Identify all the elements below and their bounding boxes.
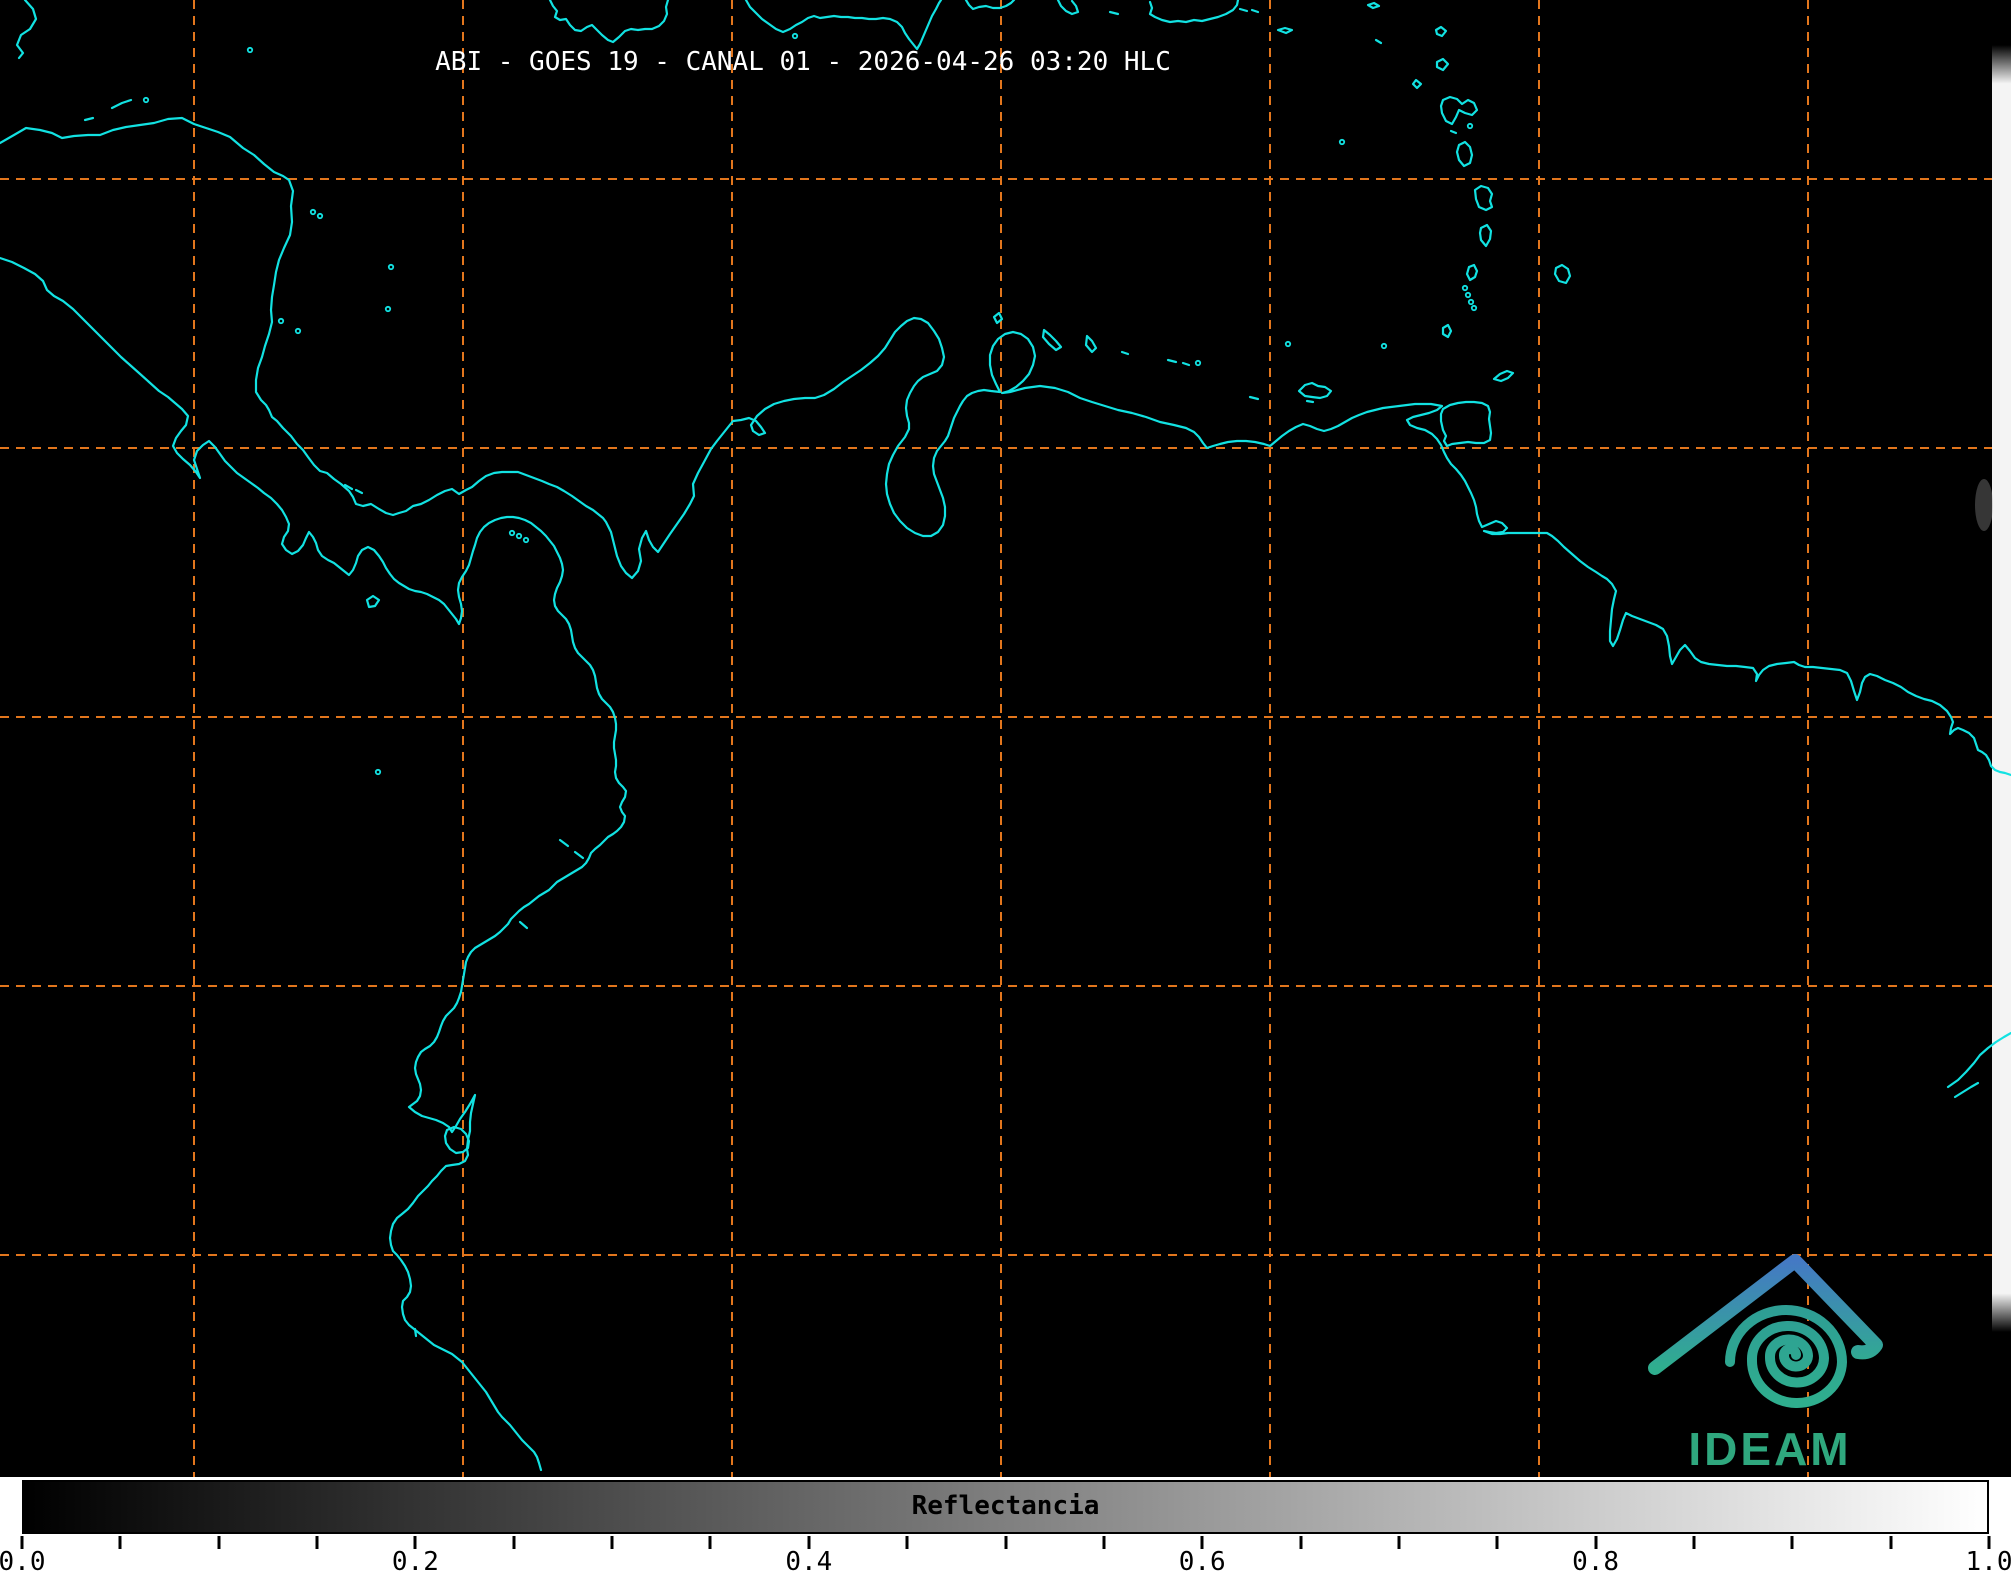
colorbar-tick bbox=[708, 1536, 712, 1549]
colorbar-footer: Reflectancia 0.0 0.2 0.4 0.6 0.8 1.0 bbox=[0, 1477, 2011, 1577]
colorbar-tick bbox=[118, 1536, 122, 1549]
logo-hurricane-spiral bbox=[1725, 1305, 1848, 1408]
satellite-image-viewport: ABI - GOES 19 - CANAL 01 - 2026-04-26 03… bbox=[0, 0, 2011, 1577]
image-title: ABI - GOES 19 - CANAL 01 - 2026-04-26 03… bbox=[435, 47, 1171, 77]
colorbar-tick-label: 0.6 bbox=[1178, 1547, 1226, 1577]
colorbar-tick bbox=[1495, 1536, 1499, 1549]
colorbar-tick bbox=[315, 1536, 319, 1549]
colorbar-tick bbox=[610, 1536, 614, 1549]
colorbar-tick-label: 0.4 bbox=[785, 1547, 833, 1577]
ideam-logo-text: IDEAM bbox=[1688, 1423, 1852, 1475]
colorbar-tick-label: 1.0 bbox=[1965, 1547, 2011, 1577]
coastline-coche bbox=[1305, 399, 1315, 404]
colorbar-tick bbox=[217, 1536, 221, 1549]
colorbar-tick-label: 0.8 bbox=[1572, 1547, 1620, 1577]
colorbar-tick bbox=[512, 1536, 516, 1549]
colorbar-tick bbox=[1790, 1536, 1794, 1549]
colorbar-tick bbox=[1004, 1536, 1007, 1549]
colorbar: Reflectancia bbox=[22, 1480, 1989, 1534]
colorbar-tick bbox=[1397, 1536, 1401, 1549]
coastline-peru-islet bbox=[413, 1327, 418, 1338]
colorbar-tick bbox=[1102, 1536, 1106, 1549]
colorbar-tick bbox=[1299, 1536, 1303, 1549]
ideam-logo: IDEAM bbox=[1630, 1240, 1910, 1475]
colorbar-tick-label: 0.2 bbox=[391, 1547, 439, 1577]
scan-edge-rect bbox=[1992, 45, 2011, 1332]
colorbar-tick-label: 0.0 bbox=[0, 1547, 46, 1577]
colorbar-label: Reflectancia bbox=[911, 1490, 1100, 1521]
dawn-cloud-patch bbox=[1975, 479, 1993, 531]
colorbar-tick bbox=[1889, 1536, 1893, 1549]
colorbar-tick bbox=[905, 1536, 909, 1549]
colorbar-tick bbox=[1692, 1536, 1696, 1549]
